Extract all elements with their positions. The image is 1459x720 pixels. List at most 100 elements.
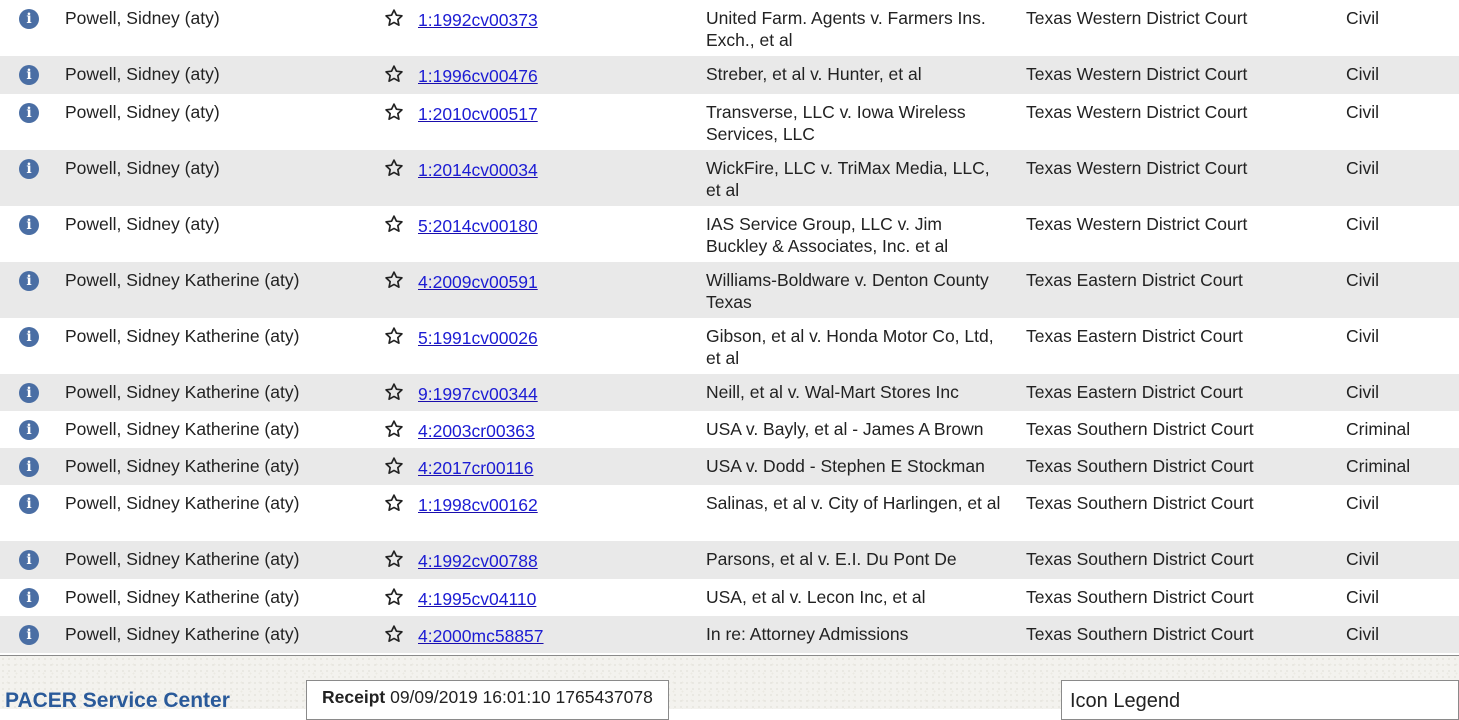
- star-outline-icon[interactable]: [384, 624, 404, 644]
- case-number-cell: 1:2014cv00034: [418, 159, 538, 181]
- footer: PACER Service Center Receipt 09/09/2019 …: [0, 656, 1459, 720]
- info-circle-icon[interactable]: i: [19, 625, 39, 645]
- case-number-cell: 4:2009cv00591: [418, 271, 538, 293]
- star-outline-icon[interactable]: [384, 419, 404, 439]
- court-name: Texas Western District Court: [1026, 214, 1248, 234]
- info-circle-icon[interactable]: i: [19, 159, 39, 179]
- party-name: Powell, Sidney (aty): [65, 102, 220, 122]
- case-type: Civil: [1346, 549, 1380, 569]
- party-name: Powell, Sidney (aty): [65, 158, 220, 178]
- party-name: Powell, Sidney Katherine (aty): [65, 549, 300, 569]
- receipt-label: Receipt: [322, 687, 386, 707]
- table-row: i Powell, Sidney Katherine (aty) 4:1992cv0…: [0, 541, 1459, 579]
- case-title: Neill, et al v. Wal-Mart Stores Inc: [706, 382, 959, 402]
- case-title: Salinas, et al v. City of Harlingen, et …: [706, 493, 1001, 513]
- info-circle-icon[interactable]: i: [19, 215, 39, 235]
- results-rows: i Powell, Sidney (aty) 1:1992cv00373 United…: [0, 0, 1459, 653]
- star-outline-icon[interactable]: [384, 64, 404, 84]
- case-number-cell: 4:1992cv00788: [418, 550, 538, 572]
- case-number-link[interactable]: 1:2010cv00517: [418, 104, 538, 124]
- info-circle-icon[interactable]: i: [19, 550, 39, 570]
- star-outline-icon[interactable]: [384, 456, 404, 476]
- star-outline-icon[interactable]: [384, 382, 404, 402]
- table-row: i Powell, Sidney Katherine (aty) 9:1997cv0…: [0, 374, 1459, 411]
- table-row: i Powell, Sidney Katherine (aty) 4:1995cv0…: [0, 579, 1459, 616]
- info-circle-icon[interactable]: i: [19, 327, 39, 347]
- case-number-cell: 1:1998cv00162: [418, 494, 538, 516]
- case-number-cell: 4:1995cv04110: [418, 588, 536, 610]
- table-row: i Powell, Sidney Katherine (aty) 1:1998cv0…: [0, 485, 1459, 541]
- court-name: Texas Western District Court: [1026, 8, 1248, 28]
- star-outline-icon[interactable]: [384, 8, 404, 28]
- court-name: Texas Eastern District Court: [1026, 326, 1243, 346]
- case-number-link[interactable]: 1:1996cv00476: [418, 66, 538, 86]
- case-number-link[interactable]: 4:2000mc58857: [418, 626, 544, 646]
- party-name: Powell, Sidney (aty): [65, 8, 220, 28]
- case-number-cell: 4:2000mc58857: [418, 625, 544, 647]
- info-circle-icon[interactable]: i: [19, 103, 39, 123]
- info-circle-icon[interactable]: i: [19, 65, 39, 85]
- case-number-link[interactable]: 4:2003cr00363: [418, 421, 535, 441]
- table-row: i Powell, Sidney Katherine (aty) 4:2003cr0…: [0, 411, 1459, 448]
- case-number-link[interactable]: 1:1998cv00162: [418, 495, 538, 515]
- table-row: i Powell, Sidney (aty) 1:1996cv00476 Strebe…: [0, 56, 1459, 94]
- star-outline-icon[interactable]: [384, 326, 404, 346]
- info-circle-icon[interactable]: i: [19, 494, 39, 514]
- case-type: Civil: [1346, 624, 1380, 644]
- court-name: Texas Southern District Court: [1026, 587, 1254, 607]
- case-title: IAS Service Group, LLC v. Jim Buckley & …: [706, 214, 949, 256]
- case-number-link[interactable]: 4:1992cv00788: [418, 551, 538, 571]
- case-number-cell: 5:1991cv00026: [418, 327, 538, 349]
- case-number-cell: 9:1997cv00344: [418, 383, 538, 405]
- case-type: Civil: [1346, 270, 1380, 290]
- star-outline-icon[interactable]: [384, 214, 404, 234]
- case-type: Civil: [1346, 64, 1380, 84]
- table-row: i Powell, Sidney (aty) 5:2014cv00180 IAS Se…: [0, 206, 1459, 262]
- receipt-value: 09/09/2019 16:01:10 1765437078: [390, 687, 653, 707]
- info-circle-icon[interactable]: i: [19, 588, 39, 608]
- table-row: i Powell, Sidney Katherine (aty) 4:2000mc5…: [0, 616, 1459, 653]
- case-number-link[interactable]: 4:2009cv00591: [418, 272, 538, 292]
- star-outline-icon[interactable]: [384, 493, 404, 513]
- case-type: Civil: [1346, 382, 1380, 402]
- star-outline-icon[interactable]: [384, 158, 404, 178]
- case-title: Transverse, LLC v. Iowa Wireless Service…: [706, 102, 966, 144]
- info-circle-icon[interactable]: i: [19, 383, 39, 403]
- case-number-link[interactable]: 9:1997cv00344: [418, 384, 538, 404]
- case-type: Criminal: [1346, 456, 1411, 476]
- case-number-cell: 1:1992cv00373: [418, 9, 538, 31]
- star-outline-icon[interactable]: [384, 587, 404, 607]
- court-name: Texas Southern District Court: [1026, 456, 1254, 476]
- case-title: United Farm. Agents v. Farmers Ins. Exch…: [706, 8, 986, 50]
- case-number-link[interactable]: 5:1991cv00026: [418, 328, 538, 348]
- party-name: Powell, Sidney Katherine (aty): [65, 493, 300, 513]
- star-outline-icon[interactable]: [384, 270, 404, 290]
- case-type: Civil: [1346, 493, 1380, 513]
- icon-legend-title: Icon Legend: [1070, 690, 1181, 712]
- table-row: i Powell, Sidney (aty) 1:2014cv00034 WickFi…: [0, 150, 1459, 206]
- case-number-link[interactable]: 1:1992cv00373: [418, 10, 538, 30]
- info-circle-icon[interactable]: i: [19, 9, 39, 29]
- table-row: i Powell, Sidney Katherine (aty) 4:2017cr0…: [0, 448, 1459, 485]
- party-name: Powell, Sidney Katherine (aty): [65, 624, 300, 644]
- case-number-link[interactable]: 1:2014cv00034: [418, 160, 538, 180]
- table-row: i Powell, Sidney (aty) 1:2010cv00517 Transv…: [0, 94, 1459, 150]
- star-outline-icon[interactable]: [384, 102, 404, 122]
- case-title: WickFire, LLC v. TriMax Media, LLC, et a…: [706, 158, 990, 200]
- case-number-link[interactable]: 5:2014cv00180: [418, 216, 538, 236]
- info-circle-icon[interactable]: i: [19, 457, 39, 477]
- case-number-link[interactable]: 4:2017cr00116: [418, 458, 533, 478]
- case-title: Gibson, et al v. Honda Motor Co, Ltd, et…: [706, 326, 994, 368]
- case-type: Civil: [1346, 326, 1380, 346]
- party-name: Powell, Sidney (aty): [65, 214, 220, 234]
- star-outline-icon[interactable]: [384, 549, 404, 569]
- court-name: Texas Southern District Court: [1026, 549, 1254, 569]
- receipt-text: Receipt 09/09/2019 16:01:10 1765437078: [322, 686, 653, 708]
- case-title: USA, et al v. Lecon Inc, et al: [706, 587, 926, 607]
- pacer-service-center-title: PACER Service Center: [5, 689, 230, 712]
- case-title: USA v. Dodd - Stephen E Stockman: [706, 456, 985, 476]
- table-row: i Powell, Sidney Katherine (aty) 5:1991cv0…: [0, 318, 1459, 374]
- info-circle-icon[interactable]: i: [19, 420, 39, 440]
- info-circle-icon[interactable]: i: [19, 271, 39, 291]
- case-number-link[interactable]: 4:1995cv04110: [418, 589, 536, 609]
